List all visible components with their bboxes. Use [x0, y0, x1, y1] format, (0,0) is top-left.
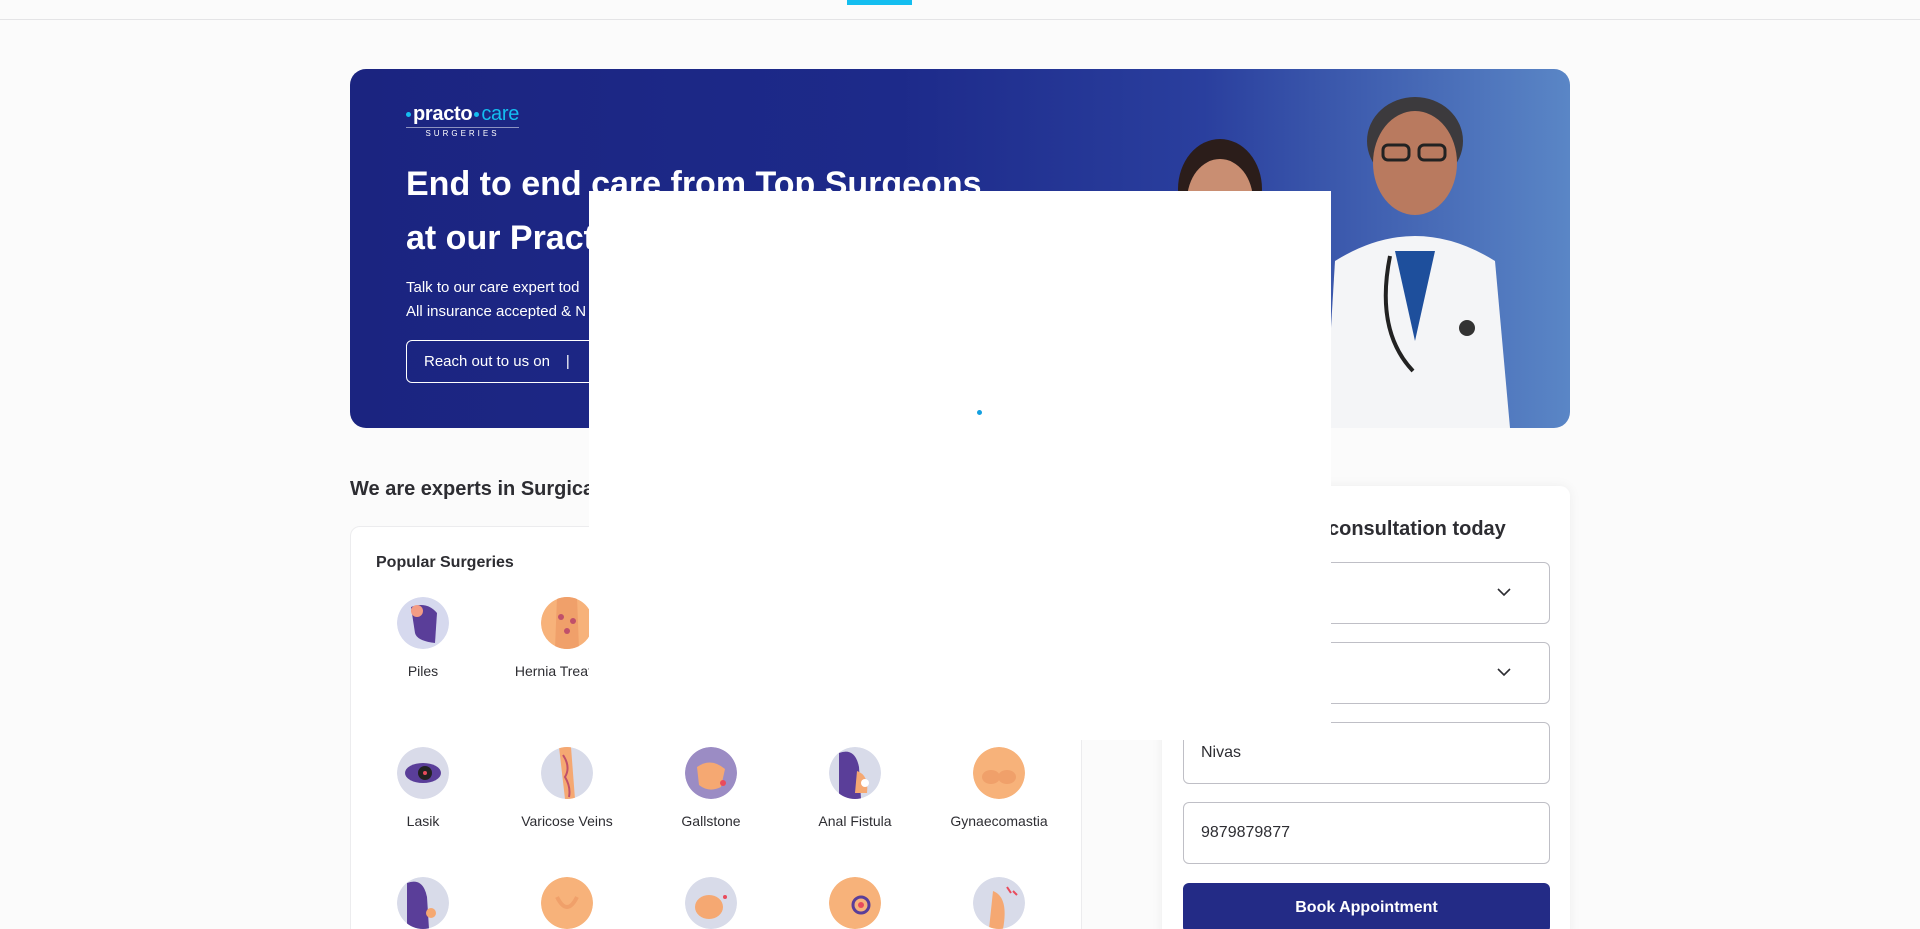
section-title: We are experts in Surgical s — [350, 478, 617, 500]
surgery-icon — [685, 877, 737, 929]
gallstone-icon — [685, 747, 737, 799]
form-title: consultation today — [1328, 518, 1506, 540]
surgery-item[interactable] — [651, 877, 771, 929]
surgery-item-anal-fistula[interactable]: Anal Fistula — [795, 747, 915, 832]
surgery-label: Lasik — [406, 813, 440, 829]
surgery-label: Piles — [407, 663, 439, 679]
chevron-down-icon — [1497, 668, 1511, 677]
surgery-item-piles[interactable]: Piles — [363, 597, 483, 682]
surgery-item-gynaecomastia[interactable]: Gynaecomastia — [939, 747, 1059, 832]
book-appointment-button[interactable]: Book Appointment — [1183, 883, 1550, 929]
popular-surgeries-title: Popular Surgeries — [376, 554, 514, 571]
surgery-item-varicose-veins[interactable]: Varicose Veins — [507, 747, 627, 832]
reach-out-separator: | — [565, 353, 570, 370]
name-value: Nivas — [1201, 744, 1242, 761]
surgery-icon — [973, 877, 1025, 929]
surgery-icon — [541, 877, 593, 929]
anal-fistula-icon — [829, 747, 881, 799]
chevron-down-icon — [1497, 588, 1511, 597]
gynaecomastia-icon — [973, 747, 1025, 799]
surgery-item[interactable] — [363, 877, 483, 929]
top-nav-bar — [0, 0, 1920, 20]
surgery-label: Anal Fistula — [818, 813, 892, 829]
piles-icon — [397, 597, 449, 649]
surgery-label: Gynaecomastia — [950, 813, 1048, 829]
loading-spinner — [977, 410, 982, 415]
surgery-item[interactable] — [939, 877, 1059, 929]
surgery-item-lasik[interactable]: Lasik — [363, 747, 483, 832]
surgery-label: Varicose Veins — [521, 813, 613, 829]
reach-out-label: Reach out to us on — [424, 353, 550, 370]
surgery-icon — [829, 877, 881, 929]
varicose-veins-icon — [541, 747, 593, 799]
hernia-icon — [541, 597, 593, 649]
practo-care-logo[interactable]: practo care SURGERIES — [406, 103, 519, 138]
surgery-item-gallstone[interactable]: Gallstone — [651, 747, 771, 832]
surgery-icon — [397, 877, 449, 929]
loading-modal — [589, 191, 1331, 740]
lasik-icon — [397, 747, 449, 799]
phone-field[interactable]: 9879879877 — [1183, 802, 1550, 864]
hero-description: Talk to our care expert tod All insuranc… — [406, 279, 587, 320]
active-tab-indicator — [847, 0, 912, 5]
surgery-item[interactable] — [795, 877, 915, 929]
surgery-label: Gallstone — [681, 813, 741, 829]
surgery-item[interactable] — [507, 877, 627, 929]
phone-value: 9879879877 — [1201, 824, 1290, 841]
